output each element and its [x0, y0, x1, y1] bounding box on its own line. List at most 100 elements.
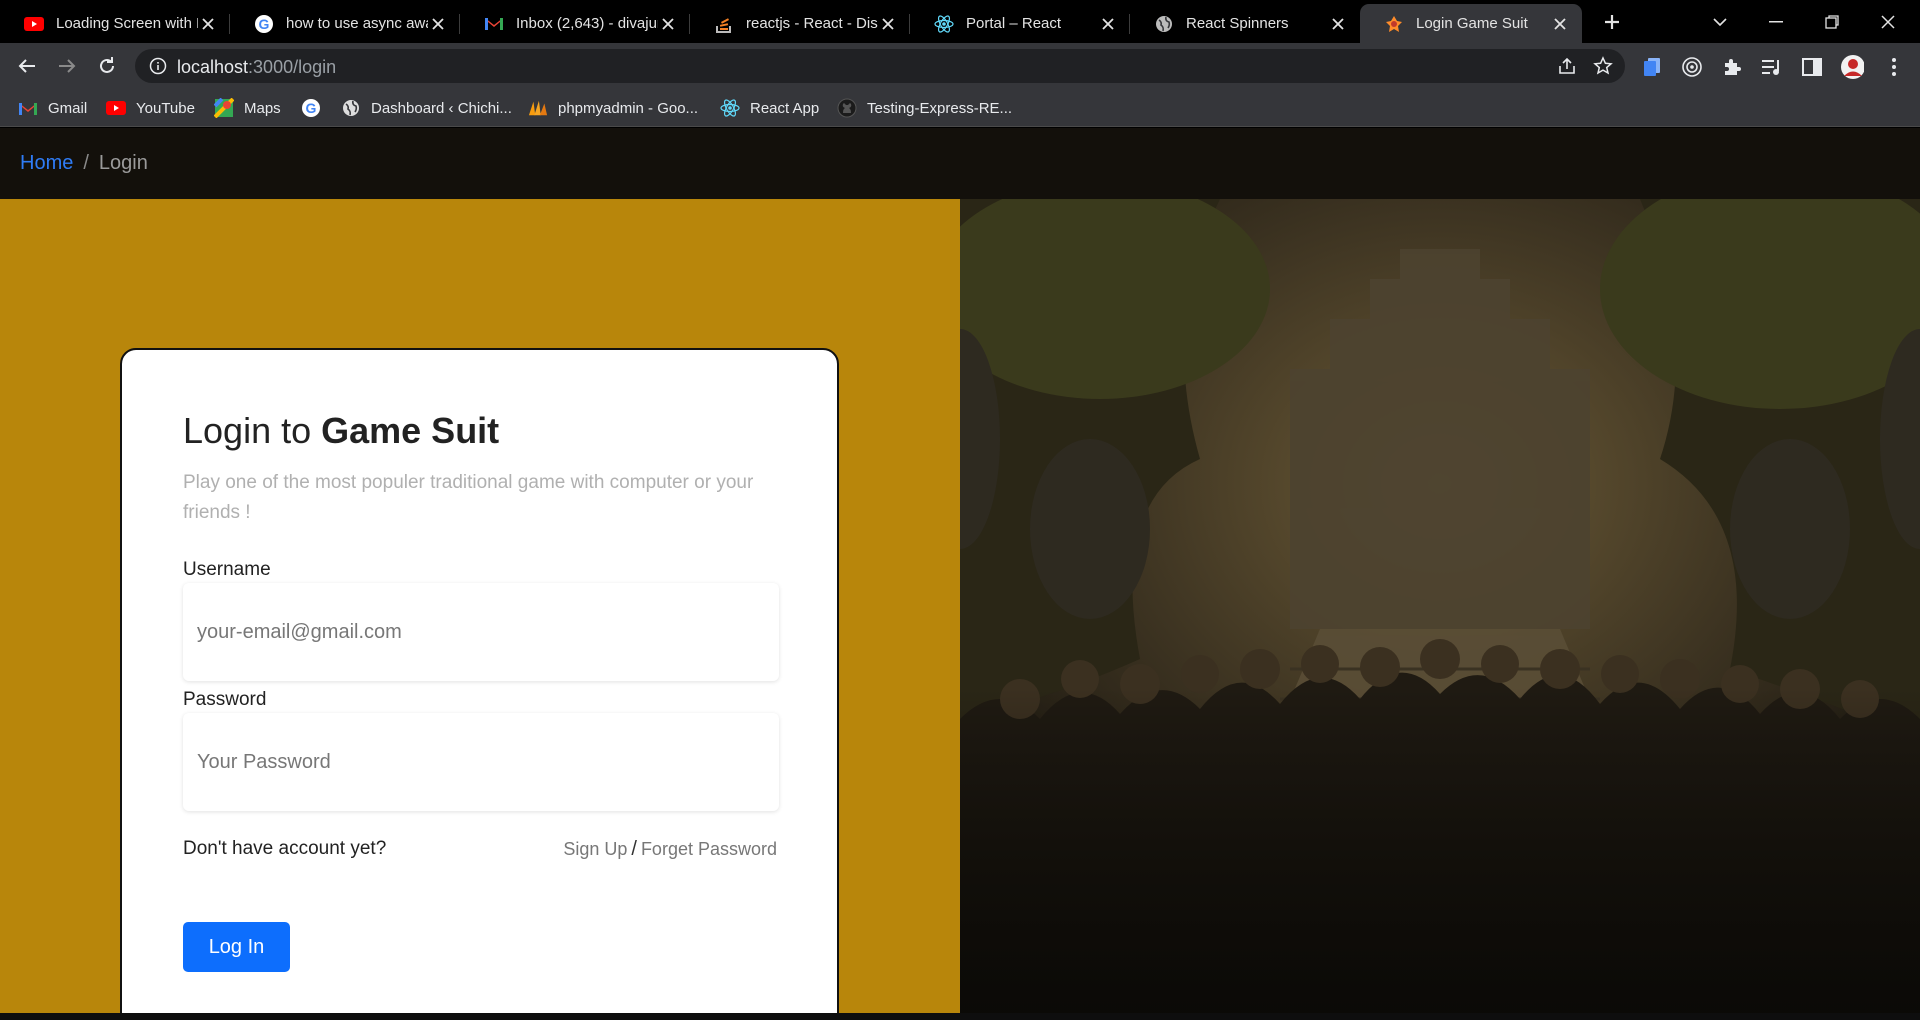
- restore-button[interactable]: [1804, 0, 1860, 43]
- bookmark-react-app[interactable]: React App: [720, 96, 819, 120]
- address-bar[interactable]: localhost:3000/login: [135, 49, 1625, 83]
- tab-title: Inbox (2,643) - divajur: [516, 15, 658, 32]
- password-label: Password: [183, 689, 267, 710]
- side-panel-icon[interactable]: [1800, 55, 1824, 79]
- tab-title: how to use async awa: [286, 15, 428, 32]
- close-icon[interactable]: [198, 14, 218, 34]
- media-playlist-icon[interactable]: [1760, 55, 1784, 79]
- bookmark-phpmyadmin[interactable]: phpmyadmin - Goo...: [528, 96, 698, 120]
- bookmark-label: YouTube: [136, 99, 195, 117]
- bookmark-star-icon[interactable]: [1593, 56, 1613, 81]
- new-tab-button[interactable]: [1598, 8, 1626, 36]
- breadcrumb: Home / Login: [20, 152, 148, 175]
- close-icon[interactable]: [428, 14, 448, 34]
- bookmark-label: Gmail: [48, 99, 88, 117]
- bookmark-label: Testing-Express-RE...: [867, 99, 1013, 117]
- phpmyadmin-icon: [528, 98, 548, 118]
- bookmark-label: Dashboard ‹ Chichi...: [371, 99, 512, 117]
- tab-reactjs-so[interactable]: reactjs - React - Displ: [690, 4, 910, 43]
- bookmark-label: React App: [750, 99, 820, 117]
- game-hero-image: [960, 199, 1920, 1013]
- page-content: Home / Login Login to Game Suit Play one…: [0, 128, 1920, 1020]
- google-icon: G: [301, 98, 321, 118]
- globe-icon: [341, 98, 361, 118]
- breadcrumb-current: Login: [98, 152, 148, 174]
- svg-text:G: G: [306, 100, 317, 116]
- profile-avatar-icon[interactable]: [1840, 55, 1864, 79]
- title-brand: Game Suit: [321, 410, 500, 451]
- url-path: :3000/login: [248, 57, 337, 77]
- url-text[interactable]: localhost:3000/login: [177, 57, 336, 78]
- breadcrumb-divider: /: [83, 152, 89, 174]
- bookmark-gmail[interactable]: Gmail: [18, 96, 87, 120]
- tab-title: Loading Screen with R: [56, 15, 198, 32]
- reload-button[interactable]: [92, 51, 122, 81]
- minimize-button[interactable]: [1748, 0, 1804, 43]
- browser-toolbar: localhost:3000/login: [0, 43, 1920, 89]
- tab-title: reactjs - React - Displ: [746, 15, 878, 32]
- login-panel: Login to Game Suit Play one of the most …: [0, 199, 960, 1020]
- extension-target-icon[interactable]: [1680, 55, 1704, 79]
- breadcrumb-home-link[interactable]: Home: [20, 152, 73, 175]
- forget-password-link[interactable]: Forget Password: [641, 839, 777, 859]
- gmail-icon: [18, 98, 38, 118]
- bookmark-youtube[interactable]: YouTube: [106, 96, 195, 120]
- bookmark-maps[interactable]: Maps: [214, 96, 281, 120]
- back-button[interactable]: [12, 51, 42, 81]
- login-button[interactable]: Log In: [183, 922, 290, 972]
- tab-portal-react[interactable]: Portal – React: [910, 4, 1130, 43]
- login-subtitle: Play one of the most populer traditional…: [183, 472, 754, 523]
- tab-strip: Loading Screen with R G how to use async…: [0, 0, 1920, 43]
- globe-icon: [1154, 14, 1174, 34]
- tab-title: Login Game Suit: [1416, 15, 1528, 32]
- youtube-icon: [24, 14, 44, 34]
- links-separator: /: [631, 838, 637, 860]
- gmail-icon: [484, 14, 504, 34]
- youtube-icon: [106, 98, 126, 118]
- share-icon[interactable]: [1557, 56, 1577, 81]
- signup-link[interactable]: Sign Up: [563, 839, 627, 859]
- tab-title: Portal – React: [966, 15, 1062, 32]
- stackoverflow-icon: [714, 14, 734, 34]
- bookmark-label: Maps: [244, 99, 281, 117]
- username-input[interactable]: [183, 583, 779, 681]
- close-icon[interactable]: [1550, 14, 1570, 34]
- forward-button[interactable]: [52, 51, 82, 81]
- maps-icon: [214, 98, 234, 118]
- tab-loading-screen[interactable]: Loading Screen with R: [0, 4, 230, 43]
- close-icon[interactable]: [1328, 14, 1348, 34]
- page-title: Login to Game Suit: [183, 410, 499, 452]
- breadcrumb-bar: Home / Login: [0, 128, 1920, 199]
- username-label: Username: [183, 559, 271, 580]
- extensions-puzzle-icon[interactable]: [1720, 55, 1744, 79]
- github-icon: [837, 98, 857, 118]
- tab-search-button[interactable]: [1692, 0, 1748, 43]
- extension-docs-icon[interactable]: [1640, 55, 1664, 79]
- title-prefix: Login to: [183, 410, 322, 451]
- bookmark-dashboard[interactable]: Dashboard ‹ Chichi...: [341, 96, 512, 120]
- bookmark-testing-express[interactable]: Testing-Express-RE...: [837, 96, 1012, 120]
- no-account-text: Don't have account yet?: [183, 838, 387, 859]
- site-info-icon[interactable]: [149, 57, 167, 80]
- close-icon[interactable]: [1098, 14, 1118, 34]
- bookmark-google[interactable]: G: [301, 96, 331, 120]
- tab-react-spinners[interactable]: React Spinners: [1130, 4, 1360, 43]
- bookmarks-bar: Gmail YouTube Maps G Dashboard ‹ Chichi.…: [0, 89, 1920, 127]
- account-links: Sign Up / Forget Password: [563, 838, 777, 861]
- password-input[interactable]: [183, 713, 779, 811]
- react-icon: [720, 98, 740, 118]
- menu-kebab-icon[interactable]: [1882, 55, 1906, 79]
- jungle-characters-illustration: [960, 199, 1920, 1013]
- google-icon: G: [254, 14, 274, 34]
- page-bottom-strip: [0, 1013, 1920, 1020]
- close-icon[interactable]: [658, 14, 678, 34]
- tab-login-game-suit[interactable]: Login Game Suit: [1360, 4, 1582, 43]
- tab-async-await[interactable]: G how to use async awa: [230, 4, 460, 43]
- url-host: localhost: [177, 57, 249, 77]
- react-icon: [934, 14, 954, 34]
- svg-text:G: G: [259, 16, 270, 32]
- game-icon: [1384, 14, 1404, 34]
- close-icon[interactable]: [878, 14, 898, 34]
- tab-inbox[interactable]: Inbox (2,643) - divajur: [460, 4, 690, 43]
- close-window-button[interactable]: [1860, 0, 1916, 43]
